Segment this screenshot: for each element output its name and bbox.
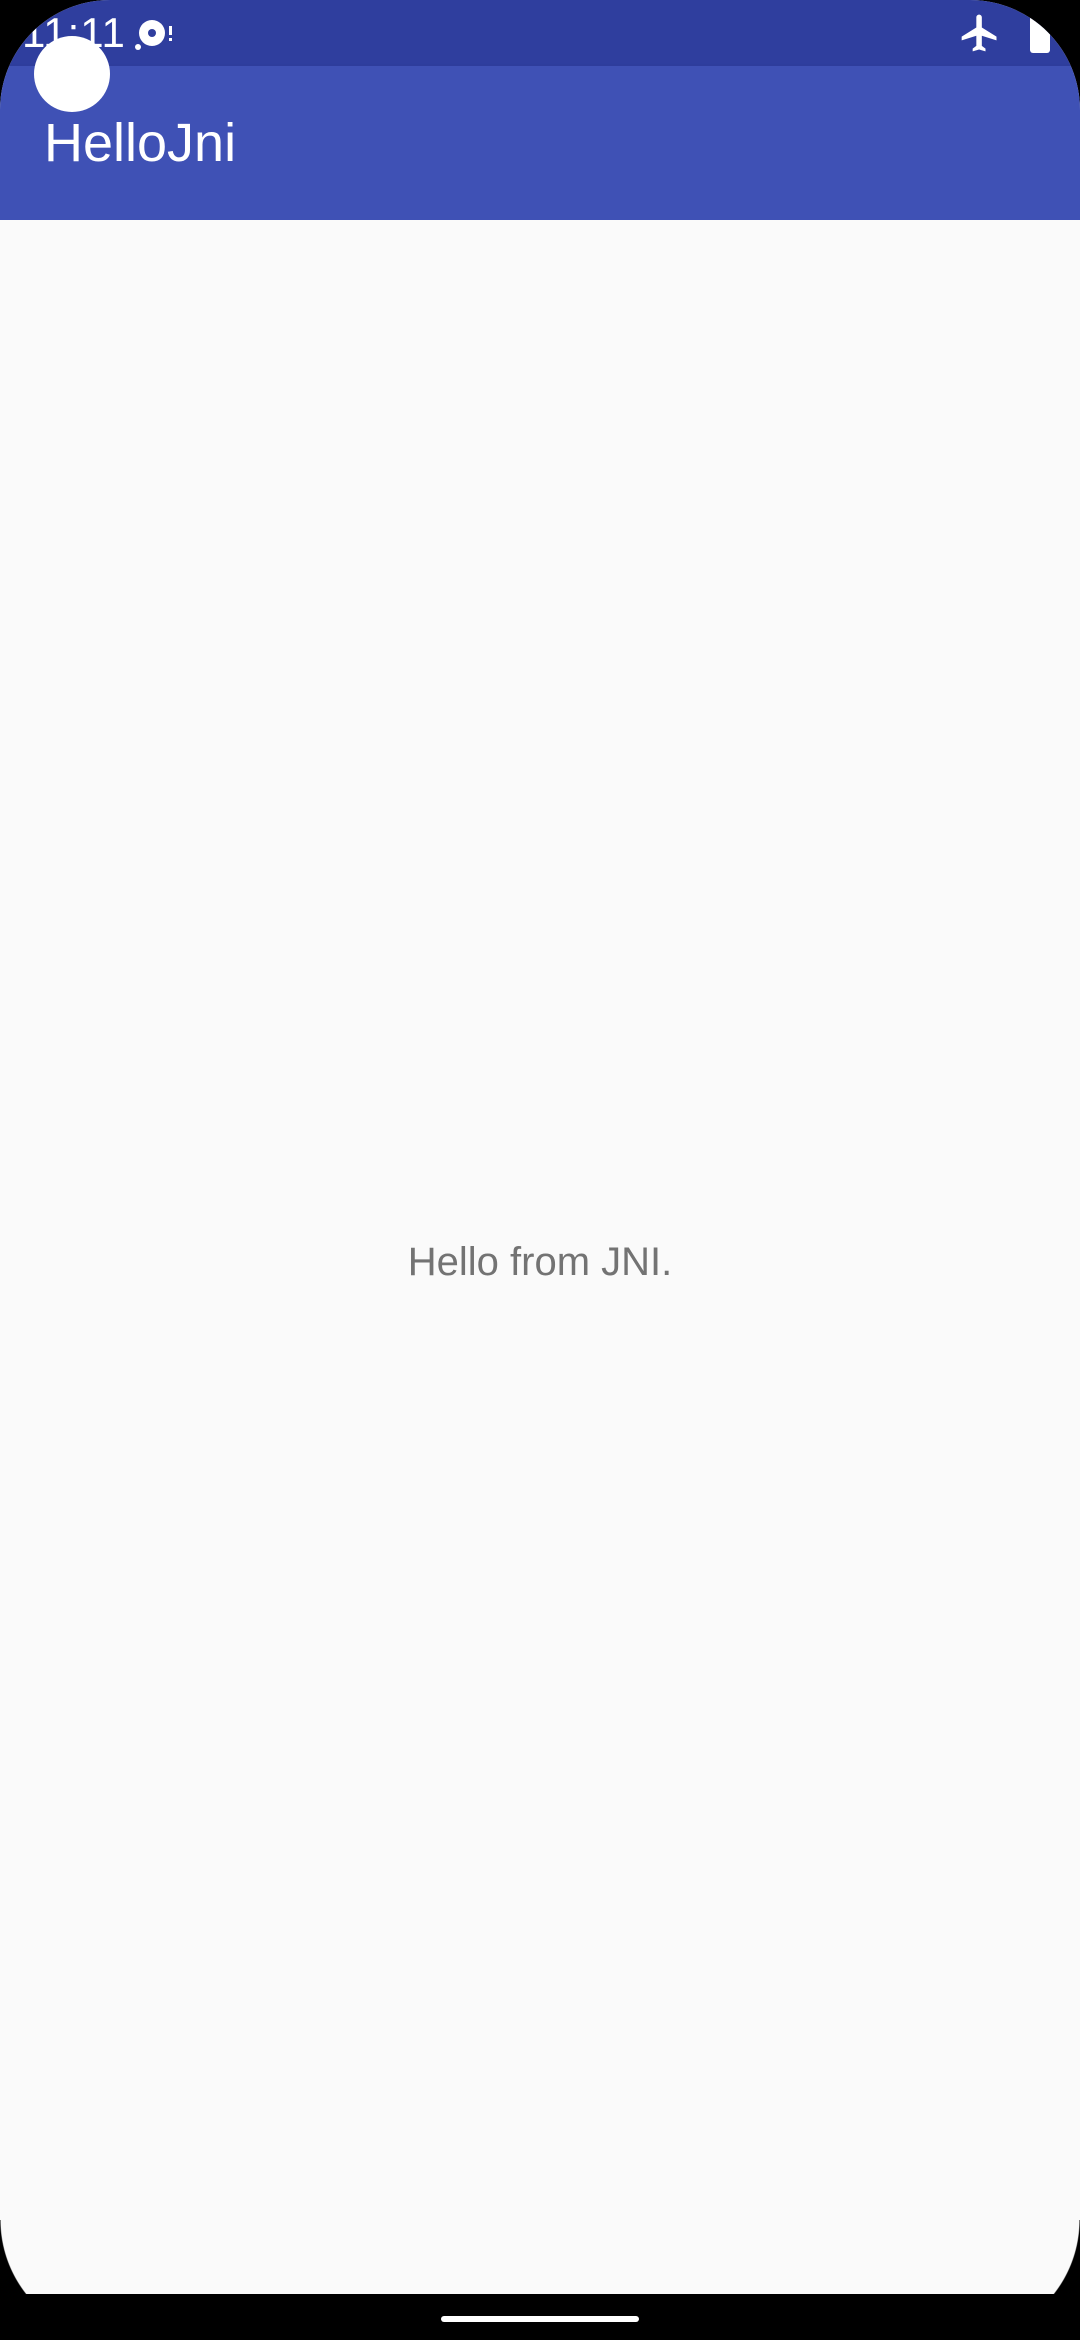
sync-icon <box>135 20 172 50</box>
front-camera-cutout <box>34 36 110 112</box>
home-gesture-handle[interactable] <box>441 2316 639 2322</box>
airplane-mode-icon <box>961 14 997 52</box>
hello-message: Hello from JNI. <box>407 1240 673 1284</box>
phone-screen: 11:11 HelloJni Hello from JNI. <box>0 0 1080 2340</box>
main-content: Hello from JNI. <box>0 220 1080 2294</box>
status-bar: 11:11 <box>0 0 1080 66</box>
battery-icon <box>1030 13 1050 53</box>
status-right-icons <box>958 10 1052 56</box>
app-title: HelloJni <box>44 113 237 173</box>
app-bar: HelloJni <box>0 66 1080 220</box>
